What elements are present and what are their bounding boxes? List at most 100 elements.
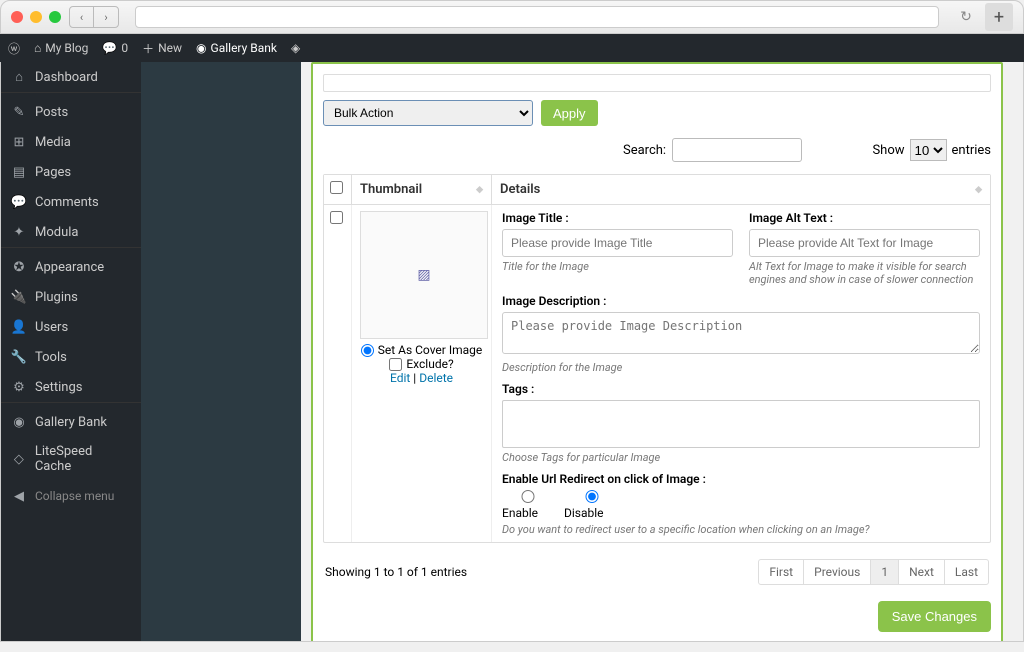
sidebar-item-users[interactable]: 👤 Users — [1, 312, 141, 342]
users-icon: 👤 — [11, 319, 27, 335]
window-controls — [11, 11, 61, 23]
search-input[interactable] — [672, 138, 802, 162]
image-alt-input[interactable] — [749, 229, 980, 257]
select-all-checkbox[interactable] — [330, 181, 343, 194]
sidebar-item-label: Comments — [35, 195, 99, 210]
image-desc-label: Image Description : — [502, 294, 980, 308]
comments-link[interactable]: 💬 0 — [102, 41, 128, 55]
delete-link[interactable]: Delete — [419, 371, 453, 385]
tags-hint: Choose Tags for particular Image — [502, 451, 980, 464]
broken-image-icon: ▨ — [417, 267, 430, 283]
sidebar-item-label: Settings — [35, 380, 82, 395]
sidebar-item-tools[interactable]: 🔧Tools — [1, 342, 141, 372]
edit-link[interactable]: Edit — [390, 371, 410, 385]
redirect-label: Enable Url Redirect on click of Image : — [502, 472, 980, 486]
site-link[interactable]: ⌂ My Blog — [34, 41, 88, 55]
images-table: Thumbnail ◆ Details ◆ ▨ Set As Cover Image… — [323, 174, 991, 543]
pages-icon: ▤ — [11, 164, 27, 180]
tags-input[interactable] — [502, 400, 980, 448]
page-next[interactable]: Next — [899, 560, 945, 584]
sidebar-item-comments[interactable]: 💬Comments — [1, 187, 141, 217]
image-alt-hint: Alt Text for Image to make it visible fo… — [749, 260, 980, 286]
close-window-icon[interactable] — [11, 11, 23, 23]
reload-icon[interactable]: ↻ — [955, 6, 977, 28]
disable-redirect-radio[interactable]: Disable — [564, 490, 620, 520]
new-tab-button[interactable]: + — [985, 3, 1013, 31]
sidebar-item-pages[interactable]: ▤ Pages — [1, 157, 141, 187]
table-row: ▨ Set As Cover Image Exclude? Edit | Del… — [324, 205, 990, 542]
modula-icon: ✦ — [11, 224, 27, 240]
url-bar[interactable] — [135, 6, 939, 28]
diamond-icon[interactable]: ◈ — [291, 41, 300, 55]
redirect-hint: Do you want to redirect user to a specif… — [502, 523, 980, 536]
appearance-icon: ✪ — [11, 259, 27, 275]
sidebar-item-modula[interactable]: ✦ Modula — [1, 217, 141, 248]
browser-chrome: ‹ › ↻ + — [0, 0, 1024, 34]
gallery-bank-icon: ◉ — [11, 414, 27, 430]
page-prev[interactable]: Previous — [804, 560, 871, 584]
row-checkbox[interactable] — [330, 211, 343, 224]
collapse-icon: ◀ — [11, 488, 27, 504]
exclude-checkbox[interactable]: Exclude? — [360, 357, 483, 371]
col-details-header[interactable]: Details — [500, 182, 540, 197]
search-label: Search: — [623, 143, 666, 158]
page-1[interactable]: 1 — [871, 560, 899, 584]
maximize-window-icon[interactable] — [49, 11, 61, 23]
panel-header-strip — [323, 74, 991, 92]
sidebar-item-label: Users — [35, 320, 68, 335]
sidebar-item-dashboard[interactable]: ⌂Dashboard — [1, 62, 141, 93]
nav-buttons: ‹ › — [69, 6, 119, 28]
plugins-icon: 🔌 — [11, 289, 27, 305]
sidebar-item-label: Gallery Bank — [35, 415, 107, 430]
sort-icon[interactable]: ◆ — [476, 185, 483, 195]
sidebar-item-litespeed[interactable]: ◇LiteSpeed Cache — [1, 437, 141, 481]
sidebar-item-label: Media — [35, 135, 71, 150]
sidebar-item-posts[interactable]: ✎Posts — [1, 97, 141, 127]
admin-sidebar: ⌂Dashboard ✎Posts ⊞ Media ▤ Pages 💬Comment… — [1, 62, 141, 641]
sidebar-item-media[interactable]: ⊞ Media — [1, 127, 141, 157]
sidebar-item-label: Pages — [35, 165, 71, 180]
entries-info: Showing 1 to 1 of 1 entries — [325, 565, 467, 579]
new-link[interactable]: ＋ New — [142, 40, 182, 57]
sidebar-item-gallery-bank[interactable]: ◉ Gallery Bank — [1, 407, 141, 437]
sidebar-item-plugins[interactable]: 🔌Plugins — [1, 282, 141, 312]
tools-icon: 🔧 — [11, 349, 27, 365]
settings-icon: ⚙ — [11, 379, 27, 395]
sidebar-item-appearance[interactable]: ✪Appearance — [1, 252, 141, 282]
image-alt-label: Image Alt Text : — [749, 211, 980, 225]
enable-redirect-radio[interactable]: Enable — [502, 490, 554, 520]
comments-count: 0 — [121, 41, 128, 55]
image-title-input[interactable] — [502, 229, 733, 257]
gallery-bank-link[interactable]: ◉ Gallery Bank — [196, 41, 277, 55]
forward-button[interactable]: › — [94, 7, 118, 27]
sidebar-item-settings[interactable]: ⚙ Settings — [1, 372, 141, 403]
apply-button[interactable]: Apply — [541, 100, 598, 126]
entries-select[interactable]: 10 — [910, 139, 947, 161]
pagination: First Previous 1 Next Last — [758, 559, 989, 585]
thumbnail-preview: ▨ — [360, 211, 488, 339]
col-thumbnail-header[interactable]: Thumbnail — [360, 182, 422, 197]
table-footer: Showing 1 to 1 of 1 entries First Previo… — [323, 551, 991, 593]
enable-label: Enable — [502, 506, 538, 520]
litespeed-icon: ◇ — [11, 451, 27, 467]
main-content: Bulk Action Apply Search: Show 10 entrie… — [301, 62, 1023, 641]
image-desc-textarea[interactable] — [502, 312, 980, 354]
page-last[interactable]: Last — [945, 560, 988, 584]
details-cell: Image Title : Title for the Image Image … — [492, 205, 990, 542]
save-changes-button[interactable]: Save Changes — [878, 601, 991, 632]
collapse-menu[interactable]: ◀Collapse menu — [1, 481, 141, 511]
minimize-window-icon[interactable] — [30, 11, 42, 23]
dashboard-icon: ⌂ — [11, 69, 27, 85]
set-cover-radio[interactable]: Set As Cover Image — [360, 343, 483, 357]
site-name: My Blog — [45, 41, 88, 55]
bulk-action-row: Bulk Action Apply — [323, 100, 991, 126]
wp-logo-icon[interactable]: ⓦ — [8, 40, 20, 57]
sort-icon[interactable]: ◆ — [975, 185, 982, 195]
sidebar-item-label: Modula — [35, 225, 79, 240]
tags-label: Tags : — [502, 382, 980, 396]
new-label: New — [158, 41, 182, 55]
page-first[interactable]: First — [759, 560, 804, 584]
media-icon: ⊞ — [11, 134, 27, 150]
bulk-action-select[interactable]: Bulk Action — [323, 100, 533, 126]
back-button[interactable]: ‹ — [70, 7, 94, 27]
